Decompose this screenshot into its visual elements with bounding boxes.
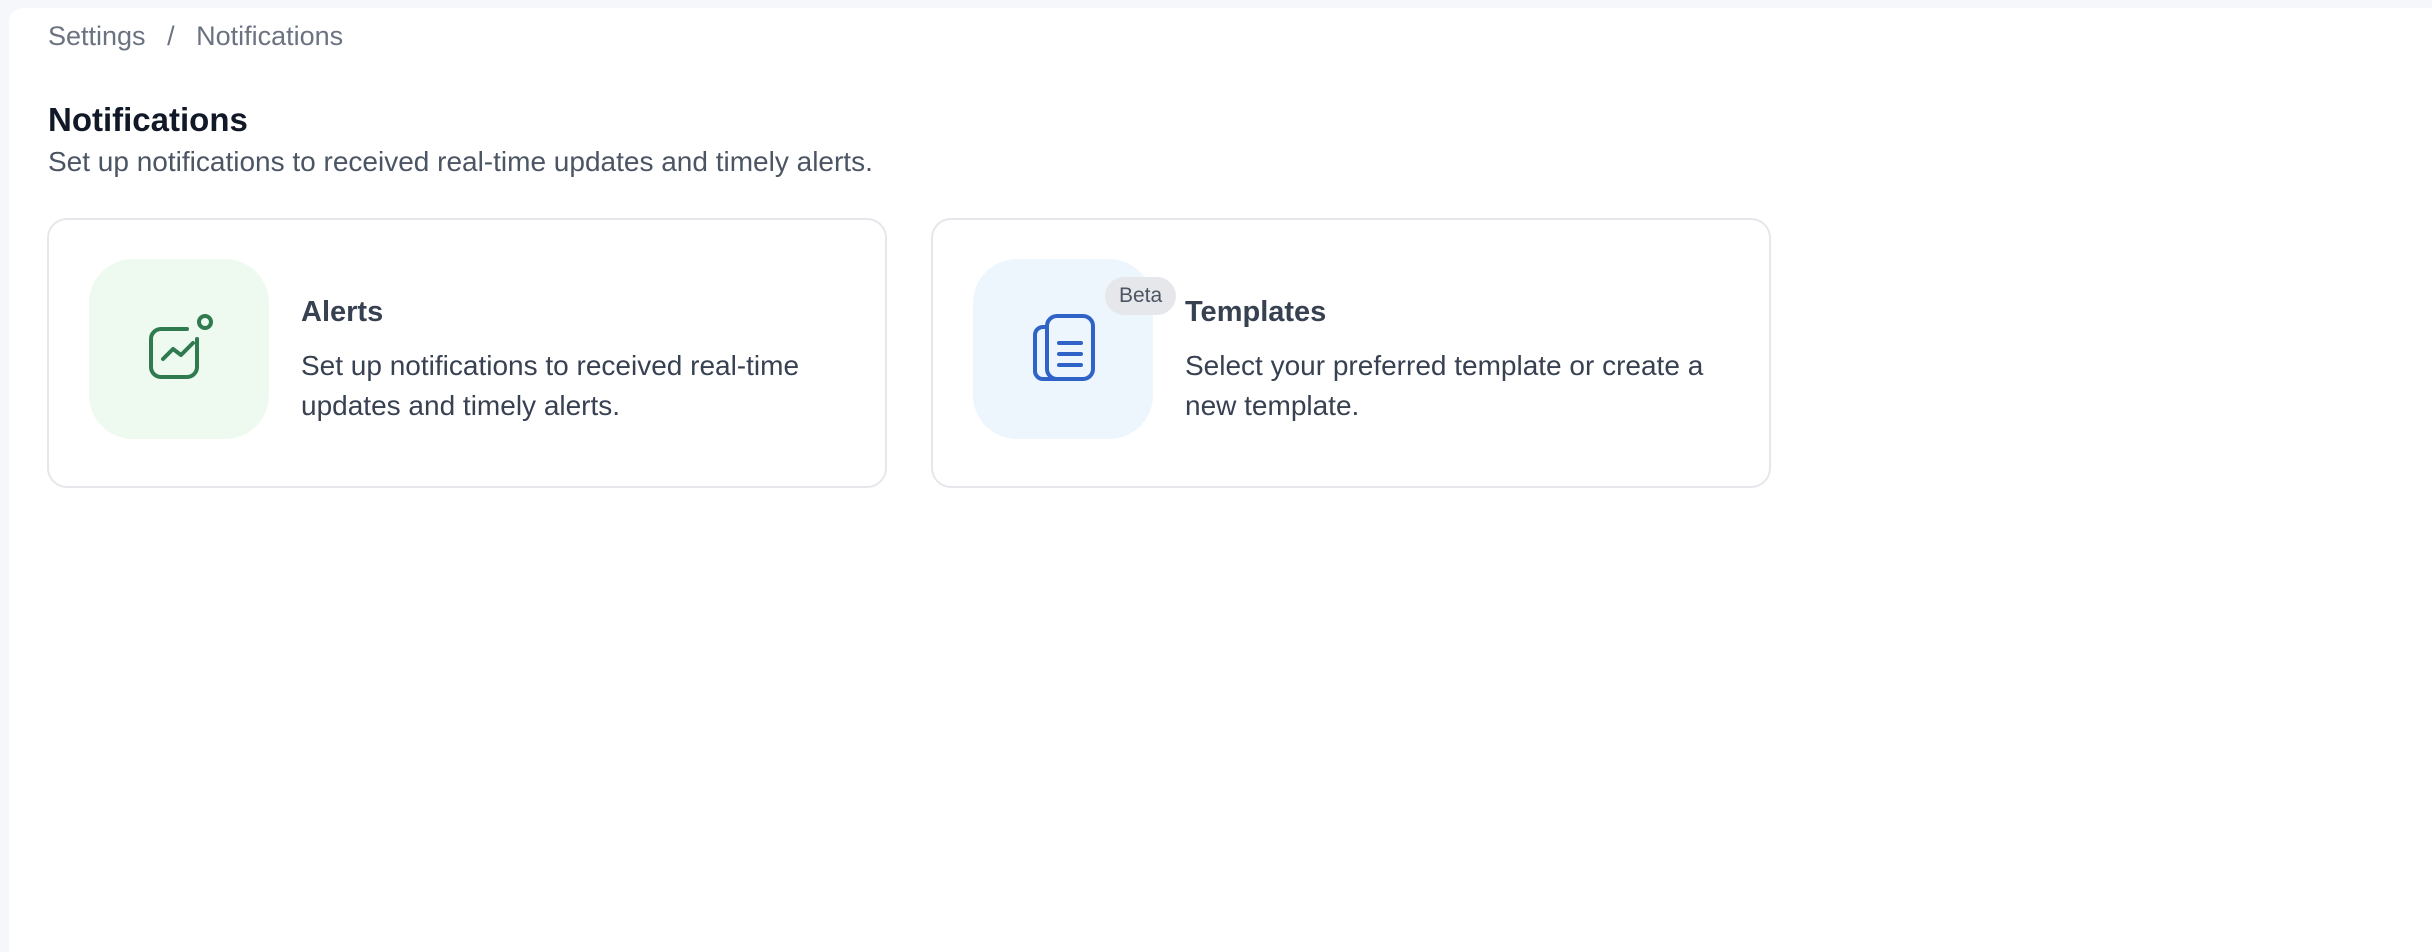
templates-card-title: Templates xyxy=(1185,296,1327,328)
chart-notification-icon xyxy=(149,314,213,379)
breadcrumb-item-settings[interactable]: Settings xyxy=(48,21,146,51)
templates-card[interactable]: Beta Templates Select your preferred tem… xyxy=(931,218,1771,488)
alerts-card[interactable]: Alerts Set up notifications to received … xyxy=(47,218,887,488)
alerts-card-description: Set up notifications to received real-ti… xyxy=(301,350,800,421)
alerts-icon-tile xyxy=(89,259,269,439)
beta-badge: Beta xyxy=(1105,277,1177,315)
page-title: Notifications xyxy=(48,101,248,138)
page-subtitle: Set up notifications to received real-ti… xyxy=(48,146,873,177)
documents-icon xyxy=(1033,314,1095,381)
templates-card-description: Select your preferred template or create… xyxy=(1185,350,1704,421)
breadcrumb: Settings / Notifications xyxy=(48,18,343,54)
breadcrumb-separator: / xyxy=(167,21,175,51)
breadcrumb-item-notifications: Notifications xyxy=(196,21,344,51)
alerts-card-title: Alerts xyxy=(301,296,384,328)
main-panel: Settings / Notifications Notifications S… xyxy=(9,8,2432,952)
